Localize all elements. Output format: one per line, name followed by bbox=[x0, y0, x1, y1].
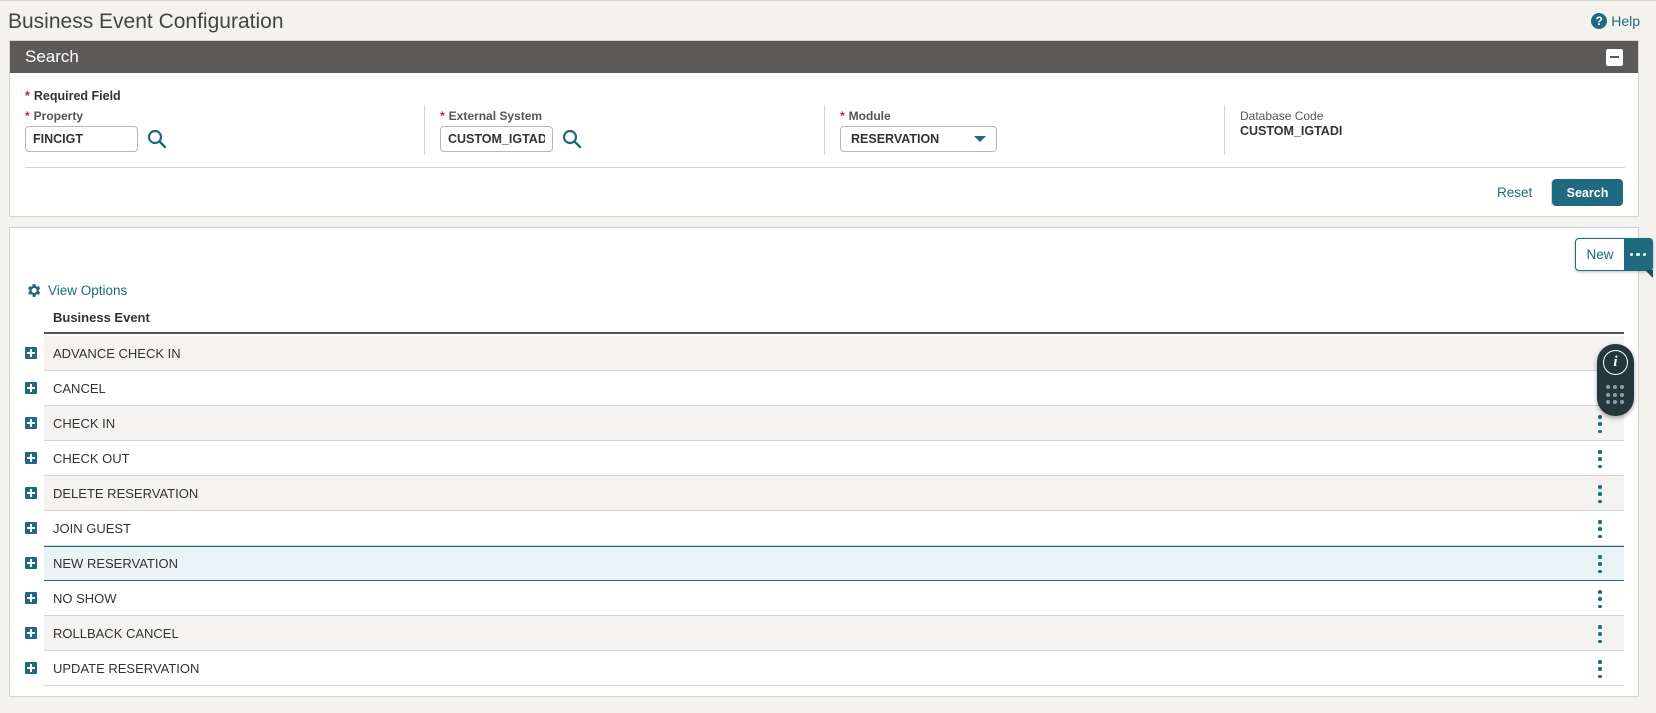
field-divider bbox=[1224, 105, 1225, 155]
table-row[interactable]: CHECK OUT bbox=[0, 441, 1656, 476]
view-options-label: View Options bbox=[48, 283, 128, 298]
floating-toolbar: i bbox=[1597, 344, 1634, 416]
row-actions-kebab-icon[interactable] bbox=[1594, 484, 1606, 504]
help-link[interactable]: ? Help bbox=[1591, 13, 1640, 29]
database-code-label: Database Code bbox=[1240, 109, 1324, 123]
business-event-cell: NEW RESERVATION bbox=[44, 546, 1624, 581]
external-system-input[interactable] bbox=[440, 126, 553, 152]
business-event-table: ADVANCE CHECK IN CANCEL CHECK IN CHECK OUT D… bbox=[0, 336, 1656, 686]
caret-down-icon bbox=[974, 136, 986, 142]
table-row[interactable]: JOIN GUEST bbox=[0, 511, 1656, 546]
row-actions-kebab-icon[interactable] bbox=[1594, 449, 1606, 469]
business-event-cell: ADVANCE CHECK IN bbox=[44, 336, 1624, 371]
database-code-field: Database Code CUSTOM_IGTADI bbox=[1240, 109, 1342, 138]
search-panel: Search *Required Field *Property *Extern… bbox=[9, 40, 1639, 217]
business-event-cell: UPDATE RESERVATION bbox=[44, 651, 1624, 686]
business-event-cell: CHECK IN bbox=[44, 406, 1624, 441]
business-event-cell: NO SHOW bbox=[44, 581, 1624, 616]
module-select-value: RESERVATION bbox=[851, 132, 940, 146]
required-field-note: * Required Field bbox=[25, 89, 121, 103]
database-code-value: CUSTOM_IGTADI bbox=[1240, 124, 1343, 138]
property-field: * Property bbox=[25, 109, 170, 152]
required-star-icon: * bbox=[440, 109, 445, 123]
ellipsis-icon bbox=[1629, 252, 1647, 257]
drag-grid-icon[interactable] bbox=[1606, 385, 1626, 405]
expand-plus-icon[interactable] bbox=[25, 662, 37, 674]
help-label: Help bbox=[1611, 13, 1640, 29]
business-event-cell: CHECK OUT bbox=[44, 441, 1624, 476]
row-actions-kebab-icon[interactable] bbox=[1594, 624, 1606, 644]
external-system-field: * External System bbox=[440, 109, 585, 152]
column-header-business-event[interactable]: Business Event bbox=[44, 306, 1624, 334]
expand-plus-icon[interactable] bbox=[25, 522, 37, 534]
expand-plus-icon[interactable] bbox=[25, 452, 37, 464]
module-label: Module bbox=[848, 109, 891, 123]
page-title: Business Event Configuration bbox=[8, 10, 284, 33]
collapse-button[interactable] bbox=[1606, 48, 1623, 66]
required-star-icon: * bbox=[25, 89, 30, 103]
field-divider bbox=[424, 105, 425, 155]
new-button[interactable]: New bbox=[1576, 239, 1624, 270]
business-event-cell: CANCEL bbox=[44, 371, 1624, 406]
row-actions-kebab-icon[interactable] bbox=[1594, 589, 1606, 609]
business-event-cell: DELETE RESERVATION bbox=[44, 476, 1624, 511]
view-options-link[interactable]: View Options bbox=[25, 282, 127, 299]
table-row[interactable]: CHECK IN bbox=[0, 406, 1656, 441]
expand-plus-icon[interactable] bbox=[25, 382, 37, 394]
search-panel-header: Search bbox=[10, 41, 1638, 73]
table-row[interactable]: ADVANCE CHECK IN bbox=[0, 336, 1656, 371]
expand-plus-icon[interactable] bbox=[25, 347, 37, 359]
reset-link[interactable]: Reset bbox=[1497, 185, 1532, 200]
module-field: * Module RESERVATION bbox=[840, 109, 997, 152]
expand-plus-icon[interactable] bbox=[25, 592, 37, 604]
table-row[interactable]: CANCEL bbox=[0, 371, 1656, 406]
module-select[interactable]: RESERVATION bbox=[840, 126, 997, 152]
row-actions-kebab-icon[interactable] bbox=[1594, 659, 1606, 679]
expand-plus-icon[interactable] bbox=[25, 417, 37, 429]
more-actions-button[interactable] bbox=[1624, 239, 1653, 278]
expand-plus-icon[interactable] bbox=[25, 627, 37, 639]
field-divider bbox=[824, 105, 825, 155]
table-row[interactable]: ROLLBACK CANCEL bbox=[0, 616, 1656, 651]
info-icon[interactable]: i bbox=[1603, 350, 1628, 375]
page-header: Business Event Configuration ? Help bbox=[0, 0, 1656, 40]
row-actions-kebab-icon[interactable] bbox=[1594, 414, 1606, 434]
property-input[interactable] bbox=[25, 126, 138, 152]
search-panel-title: Search bbox=[25, 47, 79, 66]
gear-icon bbox=[28, 284, 41, 297]
search-divider bbox=[25, 167, 1625, 168]
row-actions-kebab-icon[interactable] bbox=[1594, 554, 1606, 574]
required-star-icon: * bbox=[25, 109, 30, 123]
help-icon: ? bbox=[1591, 13, 1608, 29]
required-star-icon: * bbox=[840, 109, 845, 123]
minus-icon bbox=[1610, 56, 1619, 58]
expand-plus-icon[interactable] bbox=[25, 557, 37, 569]
property-label: Property bbox=[33, 109, 84, 123]
expand-plus-icon[interactable] bbox=[25, 487, 37, 499]
table-row[interactable]: NO SHOW bbox=[0, 581, 1656, 616]
business-event-cell: JOIN GUEST bbox=[44, 511, 1624, 546]
table-row[interactable]: DELETE RESERVATION bbox=[0, 476, 1656, 511]
new-button-group: New bbox=[1575, 238, 1653, 278]
external-system-search-icon[interactable] bbox=[559, 126, 585, 152]
external-system-label: External System bbox=[448, 109, 543, 123]
table-row[interactable]: UPDATE RESERVATION bbox=[0, 651, 1656, 686]
search-button[interactable]: Search bbox=[1552, 179, 1623, 206]
table-row[interactable]: NEW RESERVATION bbox=[0, 546, 1656, 581]
row-actions-kebab-icon[interactable] bbox=[1594, 519, 1606, 539]
property-search-icon[interactable] bbox=[144, 126, 170, 152]
business-event-cell: ROLLBACK CANCEL bbox=[44, 616, 1624, 651]
